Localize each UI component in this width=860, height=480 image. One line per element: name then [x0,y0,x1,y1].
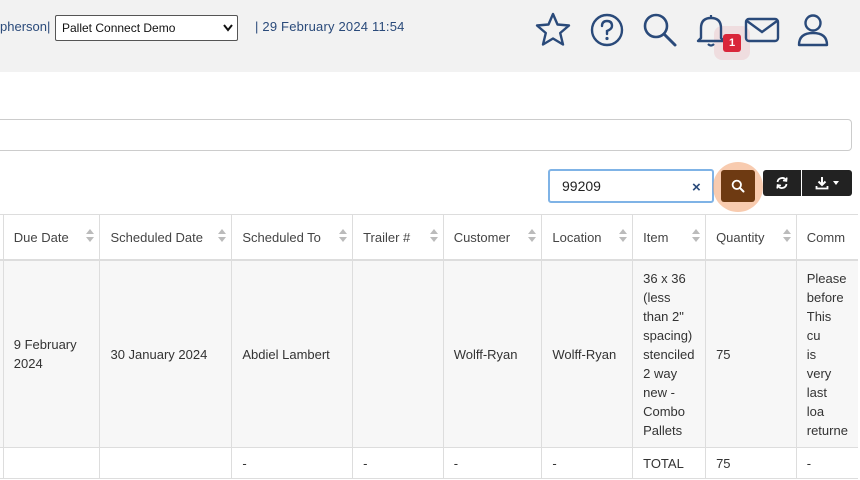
chevron-down-icon [223,24,233,32]
refresh-button[interactable] [763,170,801,196]
column-header-label: Trailer # [363,229,411,245]
column-header-item[interactable]: Item [632,214,706,261]
table-cell: - [795,447,858,479]
sort-icon [619,229,628,245]
table-header-row: Due Date Scheduled Date Scheduled To Tra… [0,214,858,261]
table-cell: Wolff-Ryan [541,260,633,448]
search-icon[interactable] [640,10,680,50]
sort-icon [339,229,348,245]
search-input[interactable]: 99209 [548,169,714,203]
table-cell [352,260,444,448]
current-datetime: | 29 February 2024 11:54 [255,19,405,34]
star-icon[interactable] [533,10,573,50]
table-cell: 36 x 36 (less than 2" spacing) stenciled… [632,260,706,448]
table-cell: - [442,447,542,479]
column-header-label: Scheduled To [242,229,321,245]
column-header-label: Scheduled Date [110,229,203,245]
column-header-label: Customer [453,229,511,245]
column-header-label: Item [643,229,669,245]
table-cell: Wolff-Ryan [442,260,542,448]
table-cell: Abdiel Lambert [231,260,353,448]
table-cell: Please before This cu is very last loa r… [795,260,858,448]
filter-field[interactable] [0,119,852,151]
sort-icon [86,229,95,245]
column-header-customer[interactable]: Customer [442,214,542,261]
table-cell: - [231,447,353,479]
column-header-comments[interactable]: Comm [795,214,858,261]
column-header-label: Quantity [716,229,765,245]
table-row[interactable]: 9 February 2024 30 January 2024 Abdiel L… [0,260,858,448]
column-header-due-date[interactable]: Due Date [2,214,100,261]
user-name-link[interactable]: pherson [0,19,47,34]
company-select-value: Pallet Connect Demo [62,21,176,35]
refresh-icon [776,177,788,189]
clear-search-icon[interactable]: × [692,179,701,196]
deliveries-table: Due Date Scheduled Date Scheduled To Tra… [0,214,858,479]
table-cell [99,447,232,479]
table-cell: 9 February 2024 [2,260,100,448]
column-header-label: Location [552,229,602,245]
table-cell [2,447,100,479]
sort-icon [528,229,537,245]
table-cell: 75 [705,447,797,479]
column-header-scheduled-to[interactable]: Scheduled To [231,214,353,261]
mail-icon[interactable] [742,10,782,50]
table-row[interactable]: - - - - TOTAL 75 - [0,447,858,479]
sort-icon [782,229,791,245]
column-header-location[interactable]: Location [541,214,633,261]
column-header-trailer[interactable]: Trailer # [352,214,444,261]
export-button[interactable] [802,170,852,196]
column-header-label: Due Date [13,229,69,245]
sort-icon [218,229,227,245]
table-cell: - [541,447,633,479]
chevron-down-icon [833,181,839,185]
sort-icon [429,229,438,245]
notification-badge[interactable]: 1 [723,34,741,52]
search-icon [731,179,745,193]
table-cell: 75 [705,260,797,448]
column-header-scheduled-date[interactable]: Scheduled Date [99,214,232,261]
download-icon [815,177,829,190]
table-cell: 30 January 2024 [99,260,232,448]
sort-icon [692,229,701,245]
company-select[interactable]: Pallet Connect Demo [55,15,238,41]
table-cell: - [352,447,444,479]
table-cell: TOTAL [632,447,706,479]
top-bar: pherson | Pallet Connect Demo | 29 Febru… [0,0,860,72]
user-icon[interactable] [793,10,833,50]
separator: | [47,19,51,34]
help-icon[interactable] [587,10,627,50]
search-button[interactable] [721,170,755,202]
column-header-quantity[interactable]: Quantity [705,214,797,261]
column-header-label: Comm [806,229,846,245]
